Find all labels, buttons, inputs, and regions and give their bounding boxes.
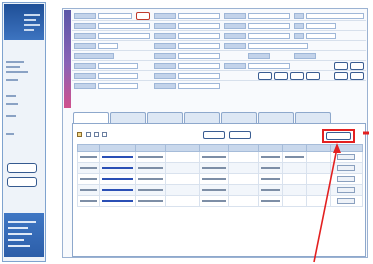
form-field[interactable] xyxy=(248,23,290,29)
form-section-tab xyxy=(64,10,71,108)
form-row xyxy=(72,41,366,51)
column-header[interactable] xyxy=(282,144,308,152)
form-row-button[interactable] xyxy=(274,72,288,80)
form-field[interactable] xyxy=(98,73,138,79)
form-field[interactable] xyxy=(98,43,118,49)
form-row-button[interactable] xyxy=(306,72,320,80)
form-row-button[interactable] xyxy=(290,72,304,80)
document-icon[interactable] xyxy=(86,132,91,137)
table-row[interactable] xyxy=(77,162,364,174)
form-row-button[interactable] xyxy=(350,72,364,80)
table-row[interactable] xyxy=(77,195,364,207)
sidebar xyxy=(2,2,46,262)
column-header[interactable] xyxy=(329,144,364,152)
list-toolbar xyxy=(77,131,167,139)
form-row xyxy=(72,31,366,41)
column-header[interactable] xyxy=(198,144,230,152)
form-row xyxy=(72,81,366,91)
sidebar-text-block xyxy=(6,61,24,63)
screenshot-frame xyxy=(0,0,373,264)
highlighted-list-toolbar-button[interactable] xyxy=(326,132,351,140)
column-header[interactable] xyxy=(306,144,331,152)
form-field[interactable] xyxy=(178,83,220,89)
form-row-button[interactable] xyxy=(334,62,348,70)
column-header[interactable] xyxy=(134,144,166,152)
sidebar-button-2[interactable] xyxy=(7,177,37,187)
tab-4[interactable] xyxy=(184,112,220,123)
form-field[interactable] xyxy=(98,63,138,69)
tab-5[interactable] xyxy=(221,112,257,123)
form-row-button[interactable] xyxy=(258,72,272,80)
form-field[interactable] xyxy=(98,23,150,29)
form-field[interactable] xyxy=(306,23,336,29)
list-panel xyxy=(72,123,366,257)
table-row[interactable] xyxy=(77,173,364,185)
detail-form xyxy=(72,11,366,91)
column-header[interactable] xyxy=(77,144,100,152)
list-add-button[interactable] xyxy=(203,131,225,139)
form-row xyxy=(72,61,366,71)
sidebar-text-block xyxy=(6,103,18,105)
sidebar-text-block xyxy=(6,115,16,117)
form-field[interactable] xyxy=(306,13,364,19)
table-header-row xyxy=(77,144,364,152)
form-row xyxy=(72,11,366,21)
tab-bar xyxy=(73,112,367,123)
sidebar-text-block xyxy=(6,95,16,97)
form-field[interactable] xyxy=(178,73,220,79)
form-field[interactable] xyxy=(178,43,220,49)
tab-7[interactable] xyxy=(295,112,331,123)
tab-3[interactable] xyxy=(147,112,183,123)
form-field[interactable] xyxy=(178,33,220,39)
form-field[interactable] xyxy=(178,13,220,19)
table-row[interactable] xyxy=(77,184,364,196)
folder-icon xyxy=(77,132,82,137)
tab-6[interactable] xyxy=(258,112,294,123)
form-row-button[interactable] xyxy=(136,12,150,20)
column-header[interactable] xyxy=(164,144,200,152)
form-field[interactable] xyxy=(98,13,132,19)
form-field[interactable] xyxy=(178,63,220,69)
sidebar-text-block xyxy=(6,66,20,68)
sidebar-text-block xyxy=(6,71,28,73)
form-row-button[interactable] xyxy=(350,62,364,70)
form-field[interactable] xyxy=(248,43,308,49)
row-action-button[interactable] xyxy=(337,165,356,171)
form-field[interactable] xyxy=(98,83,138,89)
sidebar-text-block xyxy=(6,133,14,135)
row-action-button[interactable] xyxy=(337,176,356,182)
form-row xyxy=(72,21,366,31)
document-icon[interactable] xyxy=(102,132,107,137)
form-field[interactable] xyxy=(98,33,150,39)
form-field[interactable] xyxy=(248,33,290,39)
app-logo xyxy=(4,4,44,40)
column-header[interactable] xyxy=(228,144,260,152)
data-table xyxy=(77,144,364,207)
sidebar-text-block xyxy=(6,79,18,81)
row-action-button[interactable] xyxy=(337,154,356,160)
row-action-button[interactable] xyxy=(337,198,356,204)
column-header[interactable] xyxy=(98,144,136,152)
document-icon[interactable] xyxy=(94,132,99,137)
form-field[interactable] xyxy=(178,53,220,59)
highlight-box xyxy=(322,129,355,143)
row-action-button[interactable] xyxy=(337,187,356,193)
form-field[interactable] xyxy=(178,23,220,29)
column-header[interactable] xyxy=(258,144,284,152)
sidebar-footer-panel xyxy=(4,213,44,257)
form-field[interactable] xyxy=(248,13,290,19)
form-row xyxy=(72,71,366,81)
form-row xyxy=(72,51,366,61)
tab-1[interactable] xyxy=(73,112,109,123)
main-window xyxy=(62,8,368,258)
form-row-button[interactable] xyxy=(334,72,348,80)
tab-2[interactable] xyxy=(110,112,146,123)
list-secondary-button[interactable] xyxy=(229,131,251,139)
sidebar-button-1[interactable] xyxy=(7,163,37,173)
form-field[interactable] xyxy=(306,33,336,39)
form-field[interactable] xyxy=(248,63,290,69)
table-row[interactable] xyxy=(77,151,364,163)
